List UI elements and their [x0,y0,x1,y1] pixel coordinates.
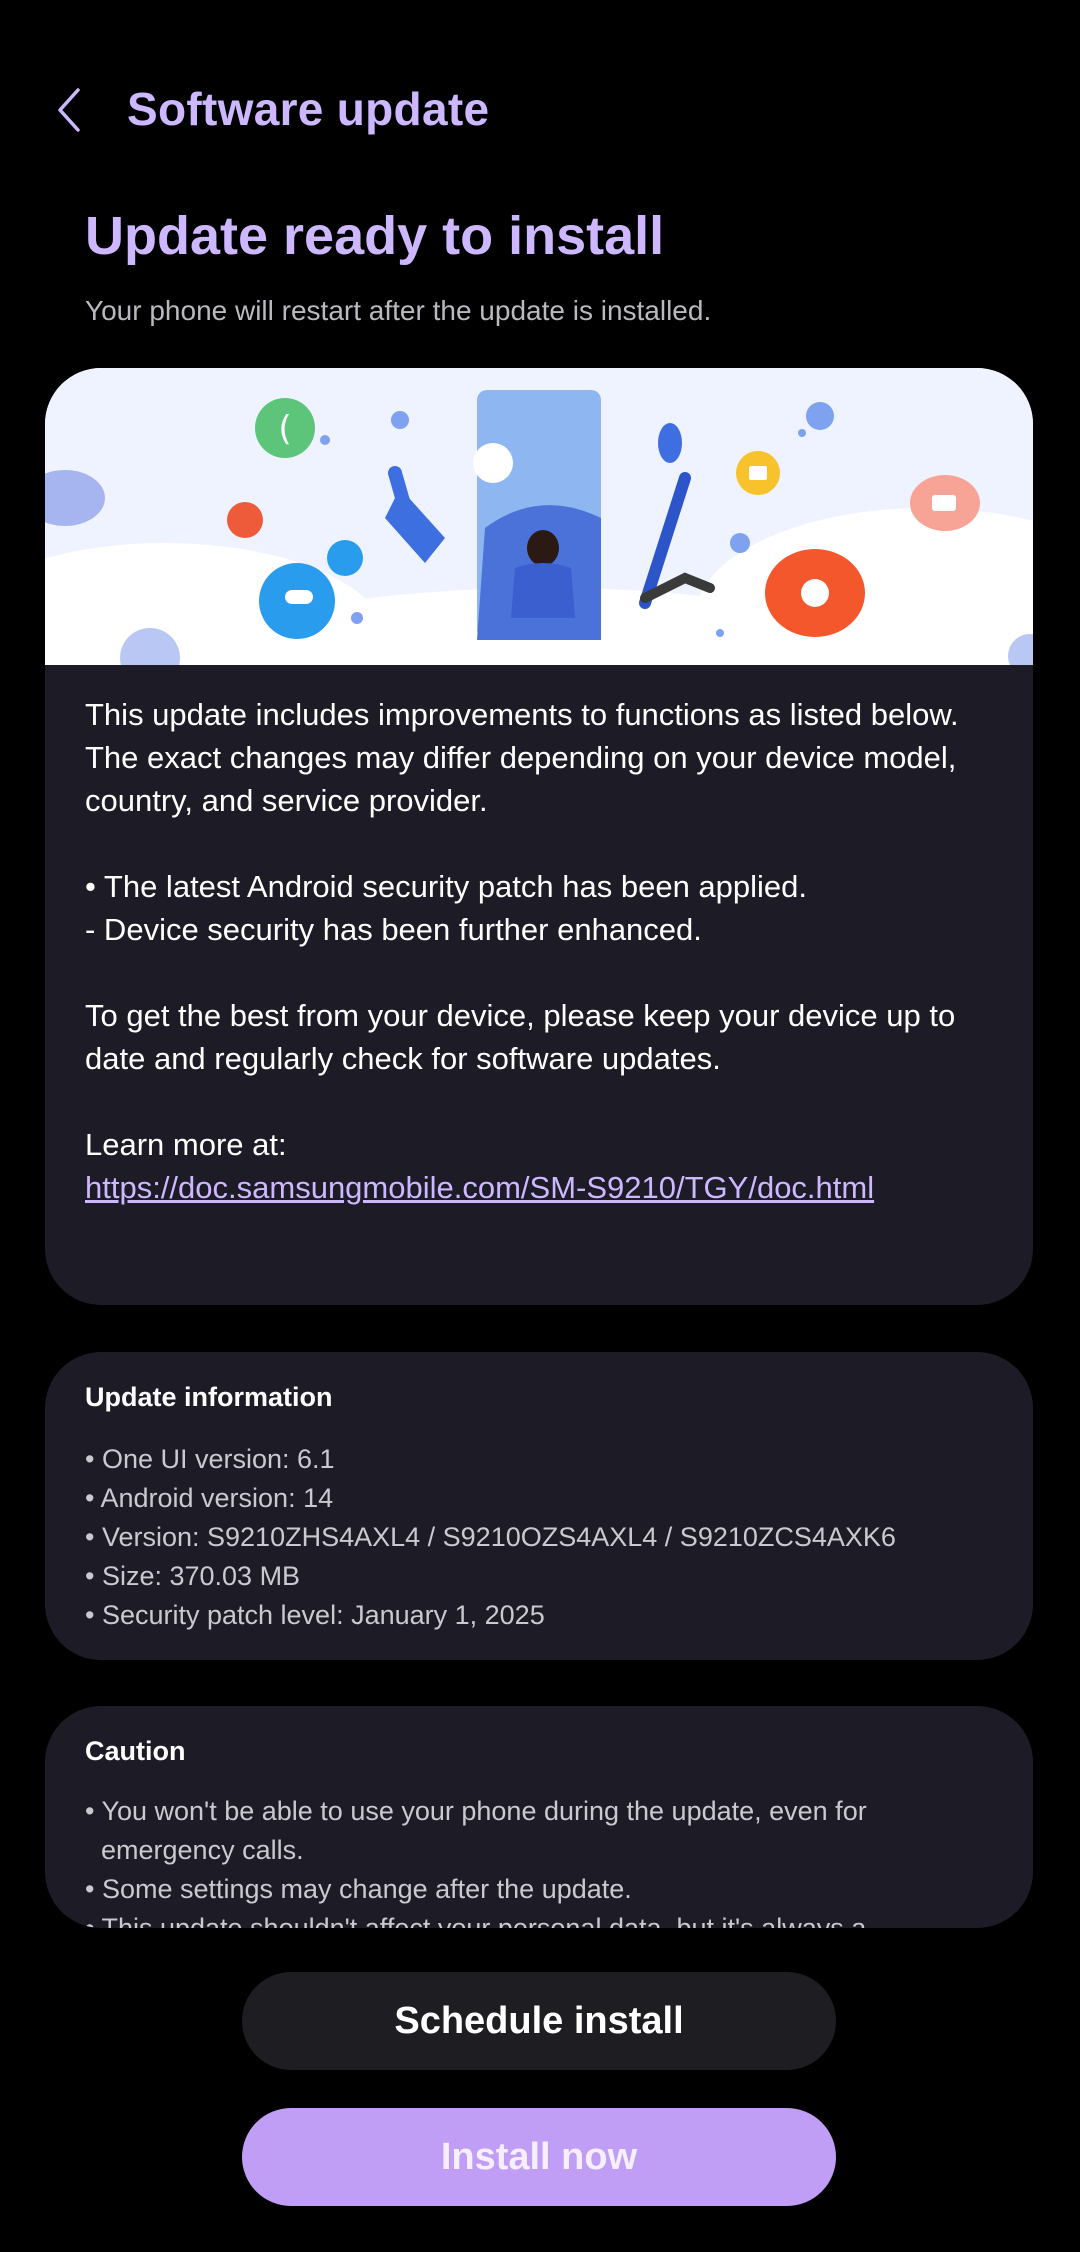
release-notes-card: (This update includes improvements to f… [45,368,1033,1305]
caution-list: • You won't be able to use your phone du… [85,1792,995,1928]
list-item: • Version: S9210ZHS4AXL4 / S9210OZS4AXL4… [85,1522,896,1552]
list-item: • Some settings may change after the upd… [85,1874,632,1904]
caution-title: Caution [85,1736,186,1766]
release-notes: This update includes improvements to fun… [85,693,995,1209]
hero-illustration: ( [45,368,1033,665]
learn-more-link[interactable]: https://doc.samsungmobile.com/SM-S9210/T… [85,1170,874,1205]
app-bar: Software update [0,60,1080,160]
install-now-button[interactable]: Install now [242,2108,836,2206]
restart-notice: Your phone will restart after the update… [85,295,712,326]
schedule-install-button[interactable]: Schedule install [242,1972,836,2070]
update-illustration: ( [45,368,1033,665]
list-item: • You won't be able to use your phone du… [85,1796,867,1865]
svg-text:(: ( [278,409,291,449]
list-item: • Android version: 14 [85,1483,334,1513]
chevron-left-icon [58,88,80,132]
page-title: Software update [127,83,490,135]
caution-card: Caution • You won't be able to use your … [45,1706,1033,1928]
notes-bullet-device-security: - Device security has been further enhan… [85,912,702,947]
list-item: • This update shouldn't affect your pers… [85,1913,867,1928]
notes-advice: To get the best from your device, please… [85,998,956,1076]
update-information-list: • One UI version: 6.1 • Android version:… [85,1440,995,1635]
update-information-title: Update information [85,1382,333,1412]
back-button[interactable] [50,80,90,140]
update-information-card: Update information • One UI version: 6.1… [45,1352,1033,1660]
notes-bullet-security-patch: • The latest Android security patch has … [85,869,808,904]
learn-more-label: Learn more at: [85,1127,287,1162]
list-item: • Size: 370.03 MB [85,1561,301,1591]
list-item: • One UI version: 6.1 [85,1444,335,1474]
update-headline: Update ready to install [85,206,665,266]
notes-disclaimer: The exact changes may differ depending o… [85,740,957,818]
notes-intro: This update includes improvements to fun… [85,697,959,732]
list-item: • Security patch level: January 1, 2025 [85,1600,545,1630]
